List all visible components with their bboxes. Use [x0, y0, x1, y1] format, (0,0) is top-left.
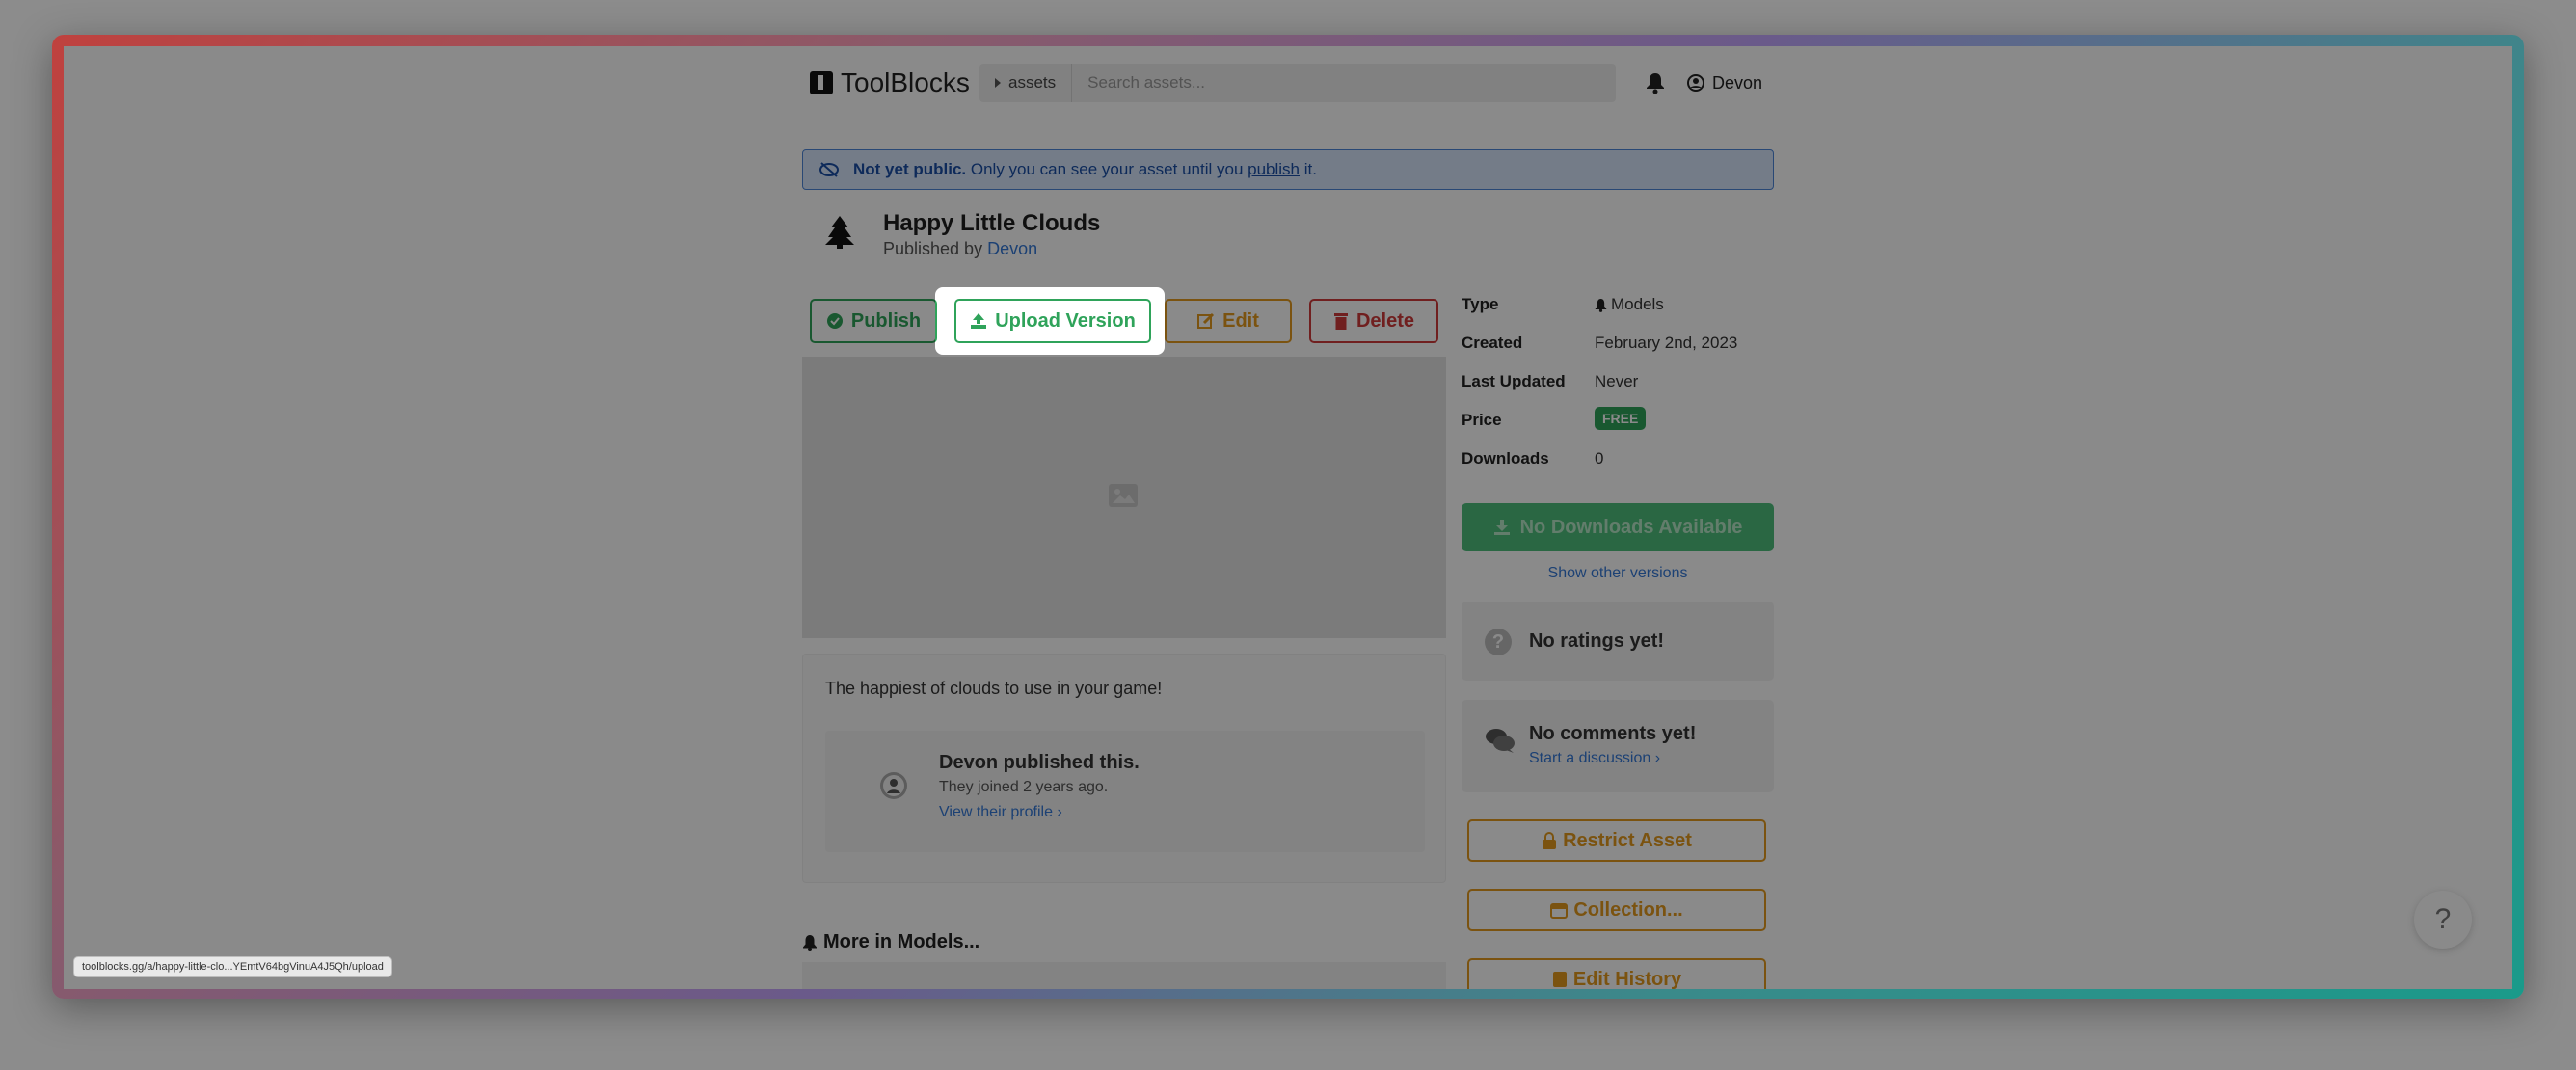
edit-history-label: Edit History — [1572, 968, 1682, 990]
no-comments-text: No comments yet! — [1529, 723, 1697, 744]
last-updated-value: Never — [1595, 372, 1639, 390]
type-value: Models — [1595, 295, 1664, 314]
type-label: Type — [1462, 295, 1499, 313]
publisher-joined: They joined 2 years ago. — [939, 779, 1109, 795]
comments-icon — [1486, 729, 1515, 753]
no-ratings-text: No ratings yet! — [1529, 630, 1665, 652]
edit-icon — [1197, 312, 1215, 329]
search-input[interactable] — [1072, 73, 1616, 93]
last-updated-label: Last Updated — [1462, 372, 1566, 390]
price-badge: FREE — [1595, 407, 1647, 430]
collection-label: Collection... — [1573, 898, 1683, 921]
created-value: February 2nd, 2023 — [1595, 334, 1738, 352]
eye-slash-icon — [819, 162, 839, 177]
type-value-text: Models — [1611, 295, 1664, 313]
price-value: FREE — [1595, 407, 1647, 430]
more-in-models-heading: More in Models... — [802, 931, 979, 953]
browser-window: ToolBlocks assets Devon — [64, 46, 2512, 989]
downloads-value: 0 — [1595, 449, 1604, 468]
asset-description: The happiest of clouds to use in your ga… — [825, 679, 1163, 698]
upload-version-label: Upload Version — [995, 309, 1136, 332]
edit-label: Edit — [1222, 309, 1259, 332]
show-other-versions-link[interactable]: Show other versions — [1462, 565, 1774, 582]
banner-text-end: it. — [1303, 160, 1317, 178]
chevron-right-icon: › — [1057, 804, 1062, 820]
avatar — [880, 772, 907, 799]
edit-button[interactable]: Edit — [1165, 299, 1292, 343]
status-bar-url: toolblocks.gg/a/happy-little-clo...YEmtV… — [73, 956, 392, 977]
view-profile-label: View their profile — [939, 804, 1053, 820]
tree-icon — [825, 216, 854, 249]
created-label: Created — [1462, 334, 1523, 352]
history-icon — [1552, 972, 1567, 987]
no-downloads-label: No Downloads Available — [1519, 516, 1743, 538]
search-scope-dropdown[interactable]: assets — [979, 64, 1073, 102]
more-models-list — [802, 962, 1446, 989]
author-link[interactable]: Devon — [987, 239, 1037, 258]
more-heading-text: More in Models... — [823, 931, 980, 952]
publisher-title: Devon published this. — [939, 752, 1140, 773]
publish-button[interactable]: Publish — [810, 299, 937, 343]
start-discussion-label: Start a discussion — [1529, 750, 1651, 766]
upload-icon — [971, 313, 987, 329]
publisher-card — [825, 731, 1425, 852]
brand-name: ToolBlocks — [841, 67, 970, 97]
logo-icon — [810, 71, 833, 94]
calendar-icon — [1550, 903, 1569, 919]
user-name: Devon — [1712, 72, 1763, 93]
delete-label: Delete — [1355, 309, 1415, 332]
no-downloads-button[interactable]: No Downloads Available — [1462, 503, 1774, 551]
not-public-banner: Not yet public. Only you can see your as… — [802, 149, 1774, 190]
search-bar: assets — [979, 64, 1616, 102]
restrict-asset-label: Restrict Asset — [1563, 829, 1692, 851]
help-button[interactable]: ? — [2414, 891, 2472, 949]
check-circle-icon — [826, 313, 843, 329]
asset-byline: Published by Devon — [883, 239, 1037, 259]
byline-prefix: Published by — [883, 239, 983, 258]
bell-models-icon — [803, 934, 817, 951]
trash-icon — [1333, 313, 1348, 330]
search-scope-label: assets — [1008, 73, 1057, 92]
publish-label: Publish — [850, 309, 922, 332]
caret-right-icon — [995, 78, 1001, 88]
asset-page: ToolBlocks assets Devon — [64, 46, 2512, 989]
lock-icon — [1543, 832, 1557, 849]
chevron-right-icon: › — [1654, 750, 1661, 766]
brand-logo[interactable]: ToolBlocks — [810, 67, 970, 98]
bell-models-icon — [1595, 298, 1607, 312]
banner-text: Only you can see your asset until you — [970, 160, 1244, 178]
restrict-asset-button[interactable]: Restrict Asset — [1467, 819, 1766, 862]
banner-bold-text: Not yet public. — [853, 160, 967, 178]
user-menu[interactable]: Devon — [1687, 67, 1762, 98]
banner-publish-link[interactable]: publish — [1248, 160, 1300, 178]
question-circle-icon: ? — [1485, 629, 1512, 655]
upload-version-button[interactable]: Upload Version — [954, 299, 1151, 343]
price-label: Price — [1462, 411, 1502, 429]
bell-icon[interactable] — [1645, 71, 1666, 94]
delete-button[interactable]: Delete — [1309, 299, 1438, 343]
collection-button[interactable]: Collection... — [1467, 889, 1766, 931]
edit-history-button[interactable]: Edit History — [1467, 958, 1766, 989]
user-circle-icon — [1687, 74, 1704, 92]
downloads-label: Downloads — [1462, 449, 1549, 468]
download-icon — [1493, 520, 1510, 535]
asset-title: Happy Little Clouds — [883, 210, 1101, 236]
image-icon — [1109, 484, 1138, 507]
start-discussion-link[interactable]: Start a discussion › — [1529, 750, 1660, 767]
view-profile-link[interactable]: View their profile › — [939, 804, 1062, 821]
